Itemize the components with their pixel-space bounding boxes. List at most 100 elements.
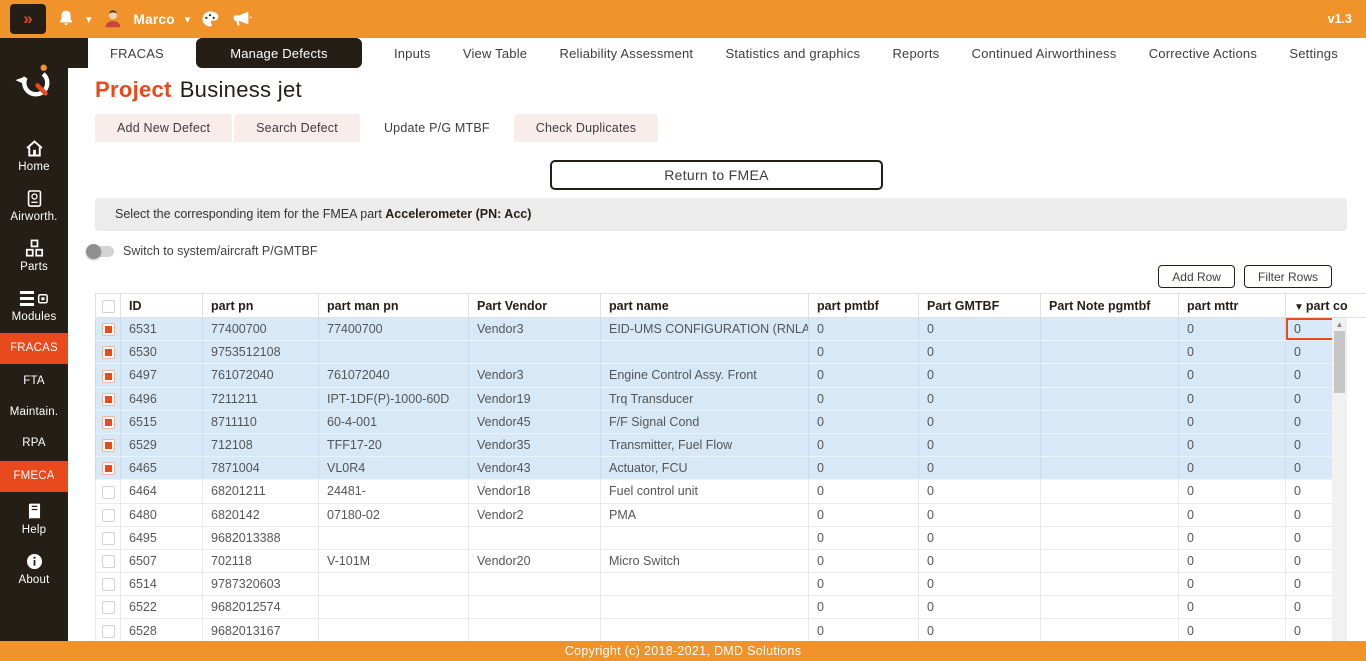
filter-rows-button[interactable]: Filter Rows xyxy=(1244,265,1332,288)
cell-part-mttr[interactable]: 0 xyxy=(1179,364,1286,387)
row-checkbox-cell[interactable] xyxy=(96,318,121,341)
cell-part-name[interactable] xyxy=(601,573,809,596)
table-row[interactable]: 64967211211IPT-1DF(P)-1000-60DVendor19Tr… xyxy=(96,387,1366,410)
cell-part-name[interactable]: Trq Transducer xyxy=(601,387,809,410)
cell-part-mttr[interactable]: 0 xyxy=(1179,433,1286,456)
cell-part-name[interactable] xyxy=(601,596,809,619)
column-header-part-mttr[interactable]: part mttr xyxy=(1179,294,1286,318)
cell-part-note-pgmtbf[interactable] xyxy=(1041,596,1179,619)
tab-corrective-actions[interactable]: Corrective Actions xyxy=(1149,46,1257,61)
column-header-part-co[interactable]: ▼part co xyxy=(1286,294,1366,318)
row-checkbox[interactable] xyxy=(102,578,115,591)
select-all-checkbox[interactable] xyxy=(102,300,115,313)
table-row[interactable]: 64646820121124481-Vendor18Fuel control u… xyxy=(96,480,1366,503)
cell-part-mttr[interactable]: 0 xyxy=(1179,503,1286,526)
cell-part-mttr[interactable]: 0 xyxy=(1179,619,1286,641)
cell-id[interactable]: 6528 xyxy=(121,619,203,641)
cell-part-pmtbf[interactable]: 0 xyxy=(809,526,919,549)
table-row[interactable]: 6529712108TFF17-20Vendor35Transmitter, F… xyxy=(96,433,1366,456)
cell-part-vendor[interactable]: Vendor35 xyxy=(469,433,601,456)
sidebar-item-home[interactable]: Home xyxy=(0,131,68,181)
cell-part-name[interactable]: Actuator, FCU xyxy=(601,457,809,480)
table-row[interactable]: 652896820131670000 xyxy=(96,619,1366,641)
cell-part-note-pgmtbf[interactable] xyxy=(1041,433,1179,456)
row-checkbox[interactable] xyxy=(102,346,115,359)
cell-part-man-pn[interactable] xyxy=(319,573,469,596)
cell-part-vendor[interactable] xyxy=(469,341,601,364)
sidebar-item-modules[interactable]: Modules xyxy=(0,281,68,331)
cell-part-name[interactable] xyxy=(601,526,809,549)
row-checkbox[interactable] xyxy=(102,439,115,452)
app-logo[interactable] xyxy=(11,58,57,109)
cell-part-mttr[interactable]: 0 xyxy=(1179,387,1286,410)
cell-part-gmtbf[interactable]: 0 xyxy=(919,573,1041,596)
tab-reliability-assessment[interactable]: Reliability Assessment xyxy=(560,46,694,61)
cell-part-pn[interactable]: 9753512108 xyxy=(203,341,319,364)
cell-part-note-pgmtbf[interactable] xyxy=(1041,457,1179,480)
cell-part-pmtbf[interactable]: 0 xyxy=(809,549,919,572)
sidebar-item-rpa[interactable]: RPA xyxy=(0,428,68,459)
row-checkbox[interactable] xyxy=(102,625,115,638)
palette-icon[interactable] xyxy=(200,9,220,29)
cell-part-pn[interactable]: 702118 xyxy=(203,549,319,572)
cell-part-vendor[interactable]: Vendor45 xyxy=(469,410,601,433)
row-checkbox[interactable] xyxy=(102,416,115,429)
cell-part-pmtbf[interactable]: 0 xyxy=(809,341,919,364)
row-checkbox[interactable] xyxy=(102,486,115,499)
cell-part-gmtbf[interactable]: 0 xyxy=(919,341,1041,364)
cell-part-man-pn[interactable]: IPT-1DF(P)-1000-60D xyxy=(319,387,469,410)
table-row[interactable]: 6480682014207180-02Vendor2PMA0000 xyxy=(96,503,1366,526)
sidebar-item-airworth[interactable]: Airworth. xyxy=(0,181,68,231)
cell-part-gmtbf[interactable]: 0 xyxy=(919,364,1041,387)
cell-part-man-pn[interactable] xyxy=(319,596,469,619)
cell-part-mttr[interactable]: 0 xyxy=(1179,410,1286,433)
sidebar-item-parts[interactable]: Parts xyxy=(0,231,68,281)
cell-part-gmtbf[interactable]: 0 xyxy=(919,318,1041,341)
cell-part-name[interactable]: Engine Control Assy. Front xyxy=(601,364,809,387)
table-row[interactable]: 6507702118V-101MVendor20Micro Switch0000 xyxy=(96,549,1366,572)
cell-part-name[interactable]: F/F Signal Cond xyxy=(601,410,809,433)
sidebar-collapse-button[interactable]: » xyxy=(10,4,46,34)
cell-part-gmtbf[interactable]: 0 xyxy=(919,433,1041,456)
row-checkbox-cell[interactable] xyxy=(96,549,121,572)
cell-part-gmtbf[interactable]: 0 xyxy=(919,549,1041,572)
tab-reports[interactable]: Reports xyxy=(892,46,939,61)
cell-part-man-pn[interactable]: VL0R4 xyxy=(319,457,469,480)
row-checkbox[interactable] xyxy=(102,370,115,383)
scrollbar-thumb[interactable] xyxy=(1334,331,1345,393)
row-checkbox-cell[interactable] xyxy=(96,387,121,410)
row-checkbox-cell[interactable] xyxy=(96,410,121,433)
cell-part-note-pgmtbf[interactable] xyxy=(1041,364,1179,387)
row-checkbox[interactable] xyxy=(102,555,115,568)
cell-part-note-pgmtbf[interactable] xyxy=(1041,573,1179,596)
cell-part-note-pgmtbf[interactable] xyxy=(1041,503,1179,526)
cell-part-pn[interactable]: 761072040 xyxy=(203,364,319,387)
cell-part-vendor[interactable]: Vendor3 xyxy=(469,318,601,341)
column-header-id[interactable]: ID xyxy=(121,294,203,318)
cell-part-pmtbf[interactable]: 0 xyxy=(809,457,919,480)
tab-continued-airworthiness[interactable]: Continued Airworthiness xyxy=(972,46,1117,61)
column-header-part-note-pgmtbf[interactable]: Part Note pgmtbf xyxy=(1041,294,1179,318)
megaphone-icon[interactable] xyxy=(230,8,252,30)
cell-part-vendor[interactable] xyxy=(469,573,601,596)
row-checkbox-cell[interactable] xyxy=(96,341,121,364)
user-caret-down-icon[interactable]: ▾ xyxy=(185,13,191,26)
tab-inputs[interactable]: Inputs xyxy=(394,46,431,61)
cell-part-mttr[interactable]: 0 xyxy=(1179,480,1286,503)
row-checkbox[interactable] xyxy=(102,509,115,522)
cell-id[interactable]: 6515 xyxy=(121,410,203,433)
cell-part-man-pn[interactable]: V-101M xyxy=(319,549,469,572)
select-all-checkbox-cell[interactable] xyxy=(96,294,121,318)
cell-part-mttr[interactable]: 0 xyxy=(1179,549,1286,572)
tab-view-table[interactable]: View Table xyxy=(463,46,527,61)
bell-icon[interactable] xyxy=(56,9,76,29)
cell-part-note-pgmtbf[interactable] xyxy=(1041,387,1179,410)
table-row[interactable]: 652296820125740000 xyxy=(96,596,1366,619)
cell-id[interactable]: 6529 xyxy=(121,433,203,456)
cell-part-mttr[interactable]: 0 xyxy=(1179,341,1286,364)
cell-part-vendor[interactable] xyxy=(469,619,601,641)
cell-part-gmtbf[interactable]: 0 xyxy=(919,410,1041,433)
cell-part-vendor[interactable] xyxy=(469,596,601,619)
row-checkbox-cell[interactable] xyxy=(96,364,121,387)
tab-statistics-and-graphics[interactable]: Statistics and graphics xyxy=(726,46,861,61)
